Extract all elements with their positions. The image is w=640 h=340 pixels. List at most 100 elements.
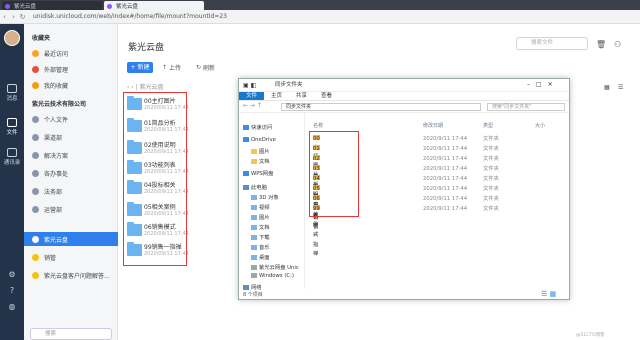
desktop-icon <box>251 255 257 260</box>
tab-label: 紫光云盘 <box>14 3 37 10</box>
globe-icon[interactable]: ◍ <box>0 302 24 311</box>
network-icon <box>243 285 249 290</box>
nav-item-desktop[interactable]: 桌面 <box>251 253 270 261</box>
group-icon <box>32 133 39 141</box>
explorer-address-field[interactable]: 同步文件夹 <box>281 103 481 111</box>
ribbon-tab-home[interactable]: 主页 <box>264 92 289 100</box>
refresh-button[interactable]: ↻ 刷新 <box>196 62 215 73</box>
nav-item-pictures-2[interactable]: 图片 <box>251 213 270 221</box>
settings-icon[interactable]: ⚙ <box>0 270 24 279</box>
nav-item-videos[interactable]: 视频 <box>251 203 270 211</box>
file-search-input[interactable]: 搜索文件 <box>516 37 588 50</box>
ribbon-tab-view[interactable]: 查看 <box>314 92 339 100</box>
upload-button[interactable]: ↑ 上传 <box>162 62 181 73</box>
watermark: @51CTO博客 <box>576 333 605 338</box>
tab-label: 紫光云盘 <box>116 3 139 10</box>
window-controls[interactable]: –□✕ <box>527 81 559 88</box>
view-toggle-icon[interactable]: ☰ ▦ <box>541 290 556 298</box>
sidebar-item-solutions[interactable]: 解决方案 <box>24 148 118 162</box>
sidebar-item-legal[interactable]: 法务部 <box>24 184 118 198</box>
column-headers: 名称 修改日期 类型 大小 <box>309 122 567 131</box>
document-icon <box>251 225 257 230</box>
nav-item-onedrive[interactable]: OneDrive <box>243 137 276 143</box>
sidebar-item-unidisk[interactable]: 紫光云盘 <box>24 232 118 246</box>
download-icon <box>251 235 257 240</box>
highlight-box <box>309 131 359 217</box>
sidebar-search-input[interactable]: 搜索 <box>30 328 112 340</box>
nav-item-this-pc[interactable]: 此电脑 <box>243 183 267 191</box>
list-view-icon[interactable]: ☰ <box>618 82 623 93</box>
file-icon <box>7 118 17 127</box>
sidebar-item-personal[interactable]: 个人文件 <box>24 112 118 126</box>
rail-item-files[interactable]: 文件 <box>0 118 24 136</box>
group-icon <box>32 187 39 195</box>
tab-favicon-icon <box>107 3 112 9</box>
nav-item-wps[interactable]: WPS网盘 <box>243 169 273 177</box>
folder-icon <box>32 271 39 279</box>
help-icon[interactable]: ? <box>0 286 24 295</box>
browser-tab-bar: 紫光云盘 紫光云盘 <box>0 0 640 10</box>
explorer-window: 同步文件夹 ▣ ◧ –□✕ 文件 主页 共享 查看 ← → ↑ 同步文件夹 搜索… <box>238 78 570 300</box>
folder-quick-icon: ▣ ◧ <box>243 82 257 89</box>
cloud-icon <box>243 171 249 176</box>
back-icon[interactable]: ‹ <box>0 13 9 21</box>
sidebar-item-recent[interactable]: 最近访问 <box>24 46 118 60</box>
app-rail: 消息 文件 通讯录 ⚙ ? ◍ <box>0 24 24 340</box>
music-icon <box>251 245 257 250</box>
column-size[interactable]: 大小 <box>535 122 545 129</box>
ribbon-tab-file[interactable]: 文件 <box>239 92 265 100</box>
column-name[interactable]: 名称 <box>313 122 323 129</box>
sidebar-item-channel[interactable]: 渠道部 <box>24 130 118 144</box>
folder-icon <box>251 149 257 154</box>
favorites-header[interactable]: 收藏夹 <box>24 30 118 44</box>
explorer-search-input[interactable]: 搜索"同步文件夹" <box>487 103 565 111</box>
url-field[interactable]: unidisk.unicloud.com/web/index#/home/fil… <box>33 13 227 20</box>
new-button[interactable]: + 新建 <box>127 62 153 73</box>
sidebar-item-operations[interactable]: 运营部 <box>24 202 118 216</box>
address-bar: ‹ › ↻ unidisk.unicloud.com/web/index#/ho… <box>0 10 640 24</box>
sidebar-item-starred[interactable]: 我的收藏 <box>24 78 118 92</box>
contacts-icon <box>7 148 17 157</box>
video-icon <box>251 205 257 210</box>
nav-item-unic-drive[interactable]: 紫光云网盘 Unic <box>251 263 299 271</box>
nav-item-3d[interactable]: 3D 对象 <box>251 193 279 201</box>
sidebar-item-offices[interactable]: 各办事处 <box>24 166 118 180</box>
nav-item-downloads[interactable]: 下载 <box>251 233 270 241</box>
cube-icon <box>251 195 257 200</box>
nav-item-documents-2[interactable]: 文档 <box>251 223 270 231</box>
nav-item-c-drive[interactable]: Windows (C:) <box>251 273 294 279</box>
nav-item-music[interactable]: 音乐 <box>251 243 270 251</box>
rail-item-messages[interactable]: 消息 <box>0 84 24 102</box>
nav-item-network[interactable]: 网络 <box>243 283 262 291</box>
nav-item-documents[interactable]: 文档 <box>251 157 270 165</box>
sidebar-item-faq[interactable]: 紫光云盘客户问题解答... <box>24 268 118 282</box>
rail-item-contacts[interactable]: 通讯录 <box>0 148 24 166</box>
drive-icon <box>251 265 257 270</box>
forward-icon[interactable]: › <box>9 13 18 21</box>
group-icon <box>32 205 39 213</box>
message-icon <box>7 84 17 93</box>
trash-icon[interactable]: 🗑 <box>596 39 606 50</box>
explorer-address-row: ← → ↑ 同步文件夹 搜索"同步文件夹" <box>239 101 569 113</box>
grid-view-icon[interactable]: ▦ <box>604 82 610 93</box>
sidebar: 收藏夹 最近访问 外部管理 我的收藏 紫光云技术有限公司 个人文件 渠道部 解决… <box>24 24 118 340</box>
cloud-icon <box>243 137 249 142</box>
sidebar-item-sales[interactable]: 销管 <box>24 250 118 264</box>
column-type[interactable]: 类型 <box>483 122 493 129</box>
nav-arrows-icon[interactable]: ← → ↑ <box>243 102 262 109</box>
reload-icon[interactable]: ↻ <box>18 13 27 21</box>
explorer-title: 同步文件夹 <box>239 79 569 92</box>
company-header[interactable]: 紫光云技术有限公司 <box>24 96 118 110</box>
star-icon <box>243 125 249 130</box>
folder-icon <box>251 159 257 164</box>
ribbon-tab-share[interactable]: 共享 <box>289 92 314 100</box>
avatar[interactable] <box>4 30 20 46</box>
sidebar-item-external[interactable]: 外部管理 <box>24 62 118 76</box>
browser-tab-active[interactable]: 紫光云盘 <box>104 1 204 10</box>
user-settings-icon[interactable]: ⚇ <box>614 39 621 50</box>
drive-icon <box>251 273 257 278</box>
nav-item-quick-access[interactable]: 快速访问 <box>243 123 272 131</box>
nav-item-pictures[interactable]: 图片 <box>251 147 270 155</box>
column-date[interactable]: 修改日期 <box>423 122 443 129</box>
browser-tab[interactable]: 紫光云盘 <box>2 1 102 10</box>
